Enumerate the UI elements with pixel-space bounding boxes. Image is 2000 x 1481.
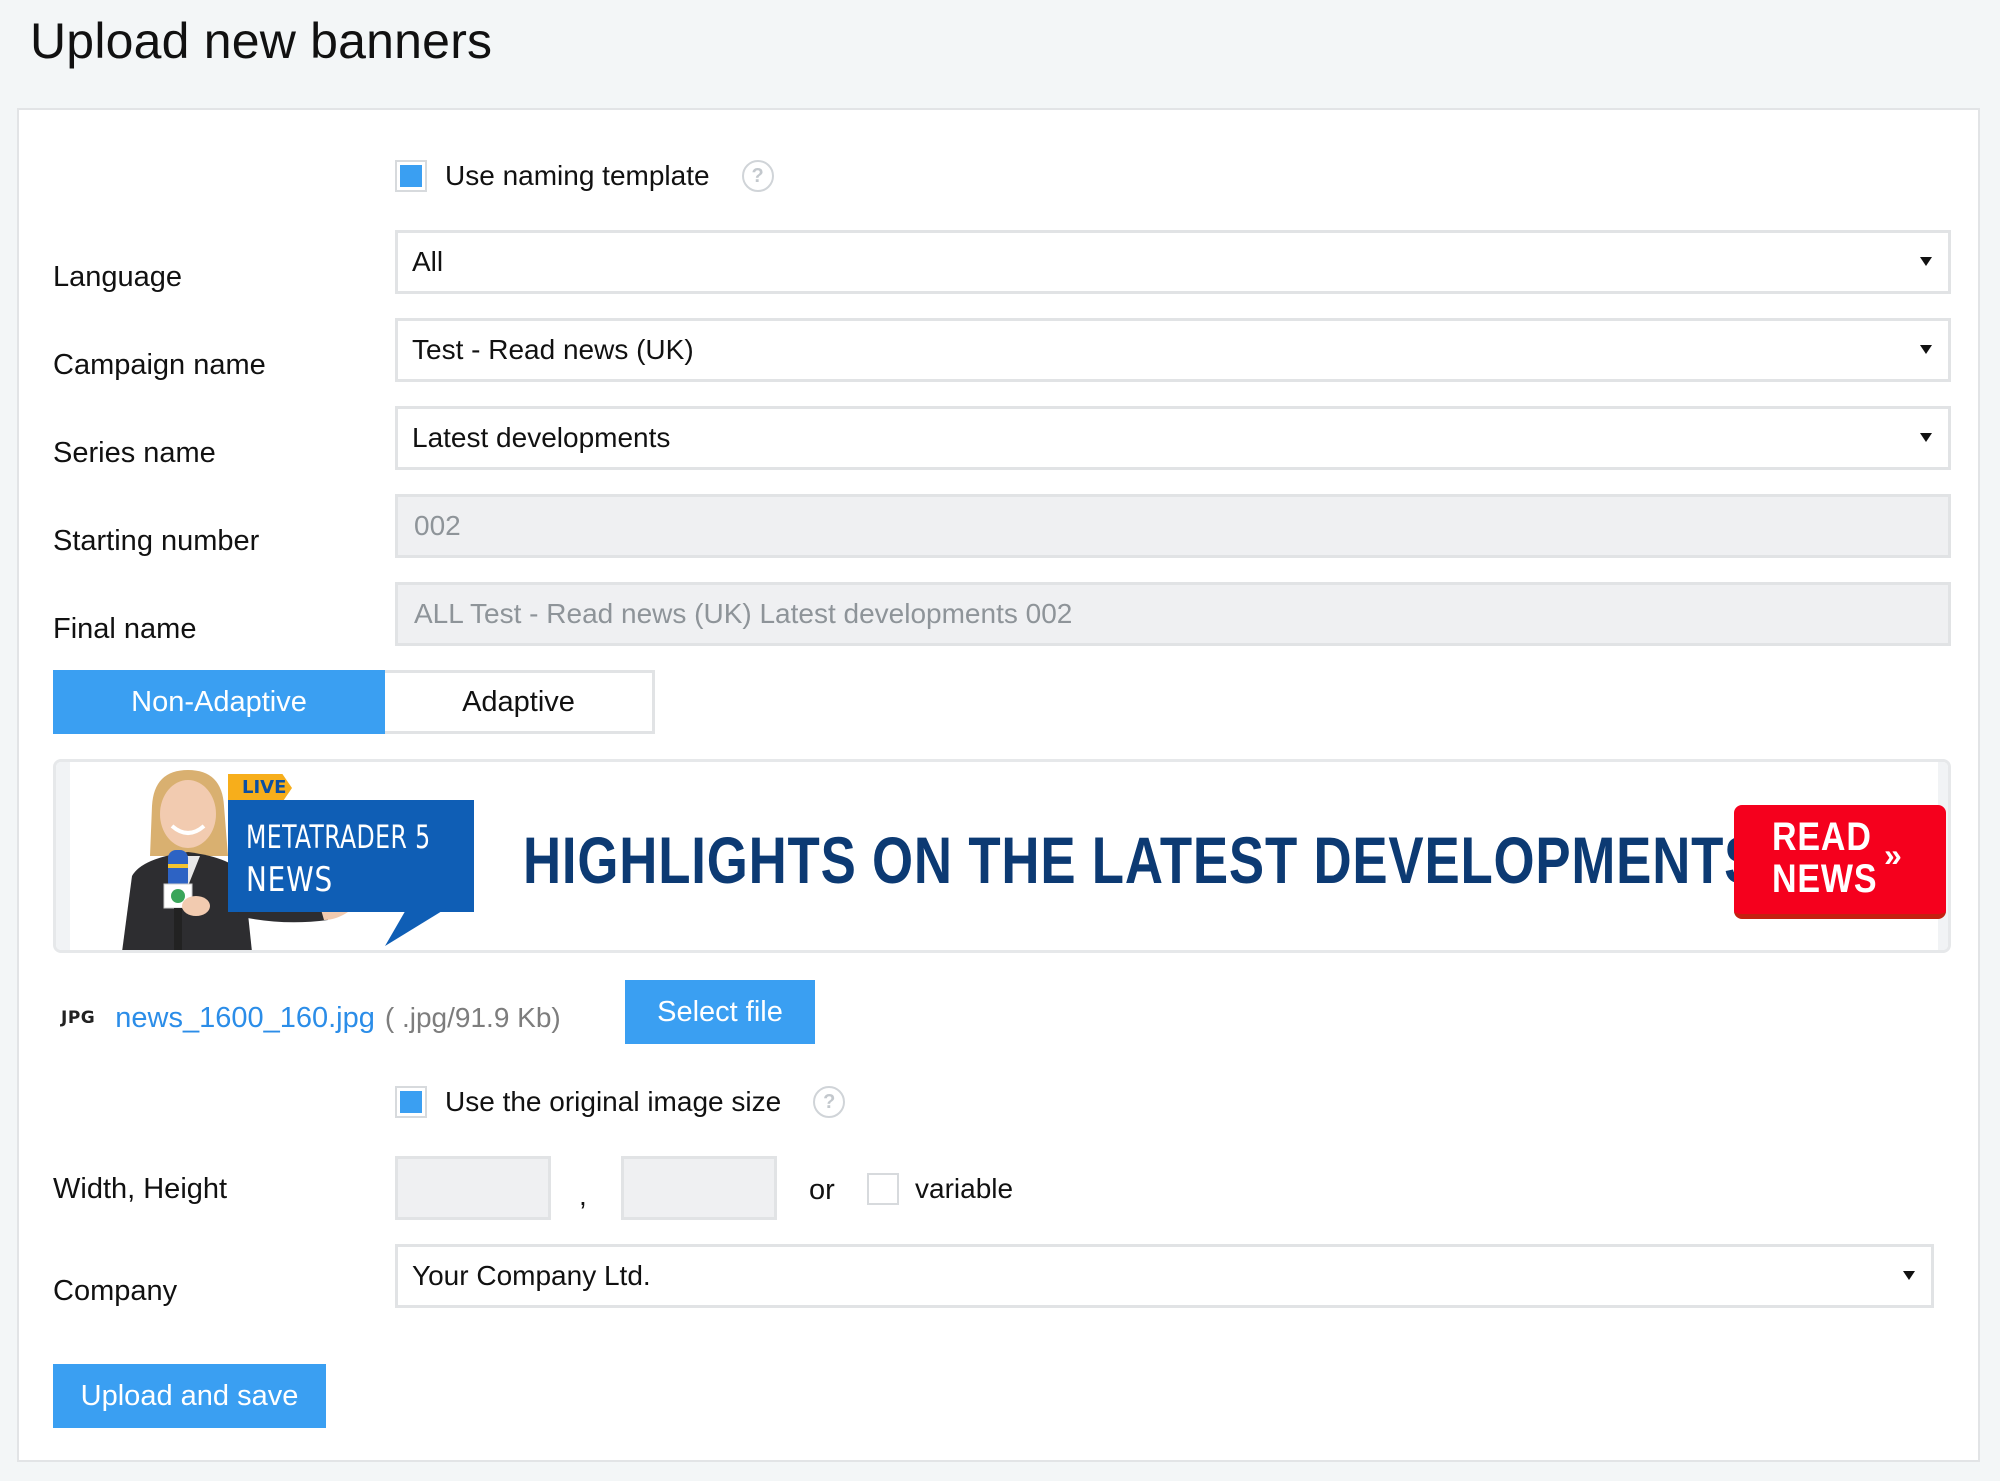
- file-type-icon: JPG: [61, 1008, 96, 1028]
- banner-type-tabs: Non-Adaptive Adaptive: [53, 670, 655, 734]
- file-meta: ( .jpg/91.9 Kb): [384, 1002, 561, 1033]
- language-label: Language: [53, 261, 183, 293]
- cta-line1: READ: [1772, 815, 1872, 859]
- company-value: Your Company Ltd.: [412, 1260, 651, 1291]
- final-name-field[interactable]: ALL Test - Read news (UK) Latest develop…: [395, 582, 1951, 646]
- bubble-subtitle: NEWS: [246, 860, 334, 900]
- page-title: Upload new banners: [30, 13, 493, 69]
- chevron-down-icon: [1903, 1271, 1915, 1280]
- chevron-down-icon: [1920, 433, 1932, 442]
- original-size-checkbox[interactable]: [395, 1086, 427, 1118]
- cta-line2: NEWS: [1772, 857, 1878, 901]
- double-chevron-right-icon: »: [1884, 837, 1902, 873]
- chevron-down-icon: [1920, 345, 1932, 354]
- bubble-title: METATRADER 5: [246, 818, 431, 856]
- variable-label: variable: [915, 1173, 1014, 1204]
- series-name-select[interactable]: Latest developments: [395, 406, 1951, 470]
- language-select[interactable]: All: [395, 230, 1951, 294]
- naming-template-label: Use naming template: [445, 160, 710, 191]
- tab-adaptive[interactable]: Adaptive: [385, 670, 655, 734]
- starting-number-label: Starting number: [53, 525, 260, 557]
- campaign-name-select[interactable]: Test - Read news (UK): [395, 318, 1951, 382]
- checkbox-checked-indicator: [400, 165, 422, 187]
- select-file-button[interactable]: Select file: [625, 980, 815, 1044]
- tab-non-adaptive[interactable]: Non-Adaptive: [53, 670, 385, 734]
- checkbox-checked-indicator: [400, 1091, 422, 1113]
- language-value: All: [412, 246, 444, 277]
- starting-number-field[interactable]: 002: [395, 494, 1951, 558]
- live-tag: LIVE: [228, 774, 292, 802]
- height-input[interactable]: [621, 1156, 777, 1220]
- final-name-label: Final name: [53, 613, 197, 645]
- or-text: or: [809, 1174, 835, 1206]
- width-input[interactable]: [395, 1156, 551, 1220]
- original-size-row: Use the original image size ?: [395, 1082, 846, 1122]
- chevron-down-icon: [1920, 257, 1932, 266]
- question-circle-icon[interactable]: ?: [813, 1086, 846, 1118]
- series-name-value: Latest developments: [412, 422, 671, 453]
- question-circle-icon[interactable]: ?: [741, 160, 774, 192]
- dimension-separator: ,: [579, 1180, 587, 1211]
- banner-headline: HIGHLIGHTS ON THE LATEST DEVELOPMENTS: [523, 823, 1761, 897]
- read-news-cta: READ NEWS »: [1734, 805, 1946, 919]
- upload-form-card: Use naming template ? Language All Campa…: [17, 108, 1980, 1462]
- company-label: Company: [53, 1275, 178, 1307]
- naming-template-row: Use naming template ?: [395, 156, 774, 196]
- campaign-name-value: Test - Read news (UK): [412, 334, 694, 365]
- upload-and-save-button[interactable]: Upload and save: [53, 1364, 326, 1428]
- banner-edge-left: [56, 762, 70, 950]
- campaign-name-label: Campaign name: [53, 349, 266, 381]
- naming-template-checkbox[interactable]: [395, 160, 427, 192]
- speech-bubble-tail: [385, 908, 447, 946]
- final-name-value: ALL Test - Read news (UK) Latest develop…: [414, 598, 1073, 629]
- width-height-label: Width, Height: [53, 1173, 228, 1205]
- starting-number-value: 002: [414, 510, 461, 541]
- banner-preview: LIVE METATRADER 5 NEWS HIGHLIGHTS ON THE…: [53, 759, 1951, 953]
- file-info: JPG news_1600_160.jpg ( .jpg/91.9 Kb): [61, 998, 561, 1038]
- original-size-label: Use the original image size: [445, 1086, 782, 1117]
- file-name-link[interactable]: news_1600_160.jpg: [115, 1002, 375, 1035]
- variable-checkbox[interactable]: [867, 1173, 899, 1205]
- series-name-label: Series name: [53, 437, 216, 469]
- company-select[interactable]: Your Company Ltd.: [395, 1244, 1934, 1308]
